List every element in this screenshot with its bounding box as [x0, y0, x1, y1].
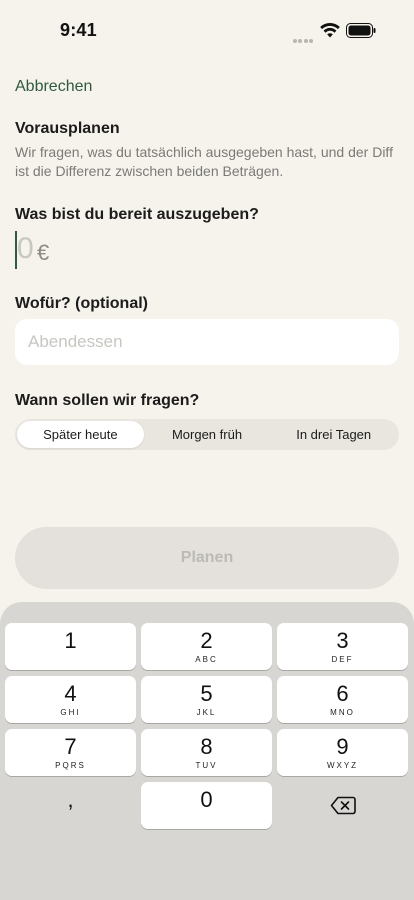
status-bar: 9:41 [0, 0, 414, 60]
when-label: Wann sollen wir fragen? [15, 392, 200, 409]
key-3[interactable]: 3 DEF [277, 623, 408, 670]
key-letters: MNO [330, 707, 355, 717]
key-letters: DEF [331, 654, 354, 664]
key-digit: 7 [64, 733, 77, 759]
page-title: Vorausplanen [15, 120, 120, 137]
key-5[interactable]: 5 JKL [141, 676, 272, 723]
key-digit: 1 [64, 627, 77, 653]
amount-value: 0 [17, 232, 34, 265]
cancel-button[interactable]: Abbrechen [15, 78, 92, 96]
wifi-icon [320, 22, 340, 38]
amount-label: Was bist du bereit auszugeben? [15, 206, 259, 223]
key-digit: 9 [336, 733, 349, 759]
signal-dots-icon [293, 30, 315, 43]
key-9[interactable]: 9 WXYZ [277, 729, 408, 776]
key-letters: JKL [196, 707, 217, 717]
key-letters: TUV [195, 760, 218, 770]
key-digit: , [67, 786, 74, 812]
numeric-keypad: 1 2 ABC 3 DEF 4 GHI 5 JKL 6 MNO 7 PQRS 8 [0, 602, 414, 900]
key-letters: ABC [195, 654, 218, 664]
key-letters: WXYZ [326, 760, 359, 770]
reminder-time-segmented-control: Später heute Morgen früh In drei Tagen [15, 419, 399, 450]
key-0[interactable]: 0 [141, 782, 272, 829]
key-letters: GHI [60, 707, 81, 717]
segment-in-three-days[interactable]: In drei Tagen [270, 421, 397, 448]
currency-symbol: € [37, 240, 50, 265]
segment-tomorrow-morning[interactable]: Morgen früh [144, 421, 271, 448]
key-comma[interactable]: , [5, 782, 136, 829]
key-2[interactable]: 2 ABC [141, 623, 272, 670]
battery-icon [346, 23, 376, 38]
plan-button[interactable]: Planen [15, 527, 399, 589]
key-4[interactable]: 4 GHI [5, 676, 136, 723]
delete-backspace-icon [330, 796, 356, 815]
page-description: Wir fragen, was du tatsächlich ausgegebe… [15, 144, 393, 179]
key-8[interactable]: 8 TUV [141, 729, 272, 776]
key-7[interactable]: 7 PQRS [5, 729, 136, 776]
key-digit: 8 [200, 733, 213, 759]
segment-later-today[interactable]: Später heute [17, 421, 144, 448]
purpose-label: Wofür? (optional) [15, 295, 148, 312]
plan-ahead-screen: 9:41 Abbrechen Vorausplanen Wir fragen, … [0, 0, 414, 900]
key-digit: 6 [336, 680, 349, 706]
key-letters: PQRS [55, 760, 86, 770]
key-digit: 5 [200, 680, 213, 706]
key-1[interactable]: 1 [5, 623, 136, 670]
key-digit: 3 [336, 627, 349, 653]
key-digit: 2 [200, 627, 213, 653]
purpose-input[interactable] [15, 319, 399, 365]
key-6[interactable]: 6 MNO [277, 676, 408, 723]
amount-field[interactable]: 0 € [15, 230, 135, 270]
key-digit: 0 [200, 786, 213, 812]
delete-button[interactable] [277, 782, 408, 829]
status-time: 9:41 [60, 20, 97, 40]
key-digit: 4 [64, 680, 77, 706]
